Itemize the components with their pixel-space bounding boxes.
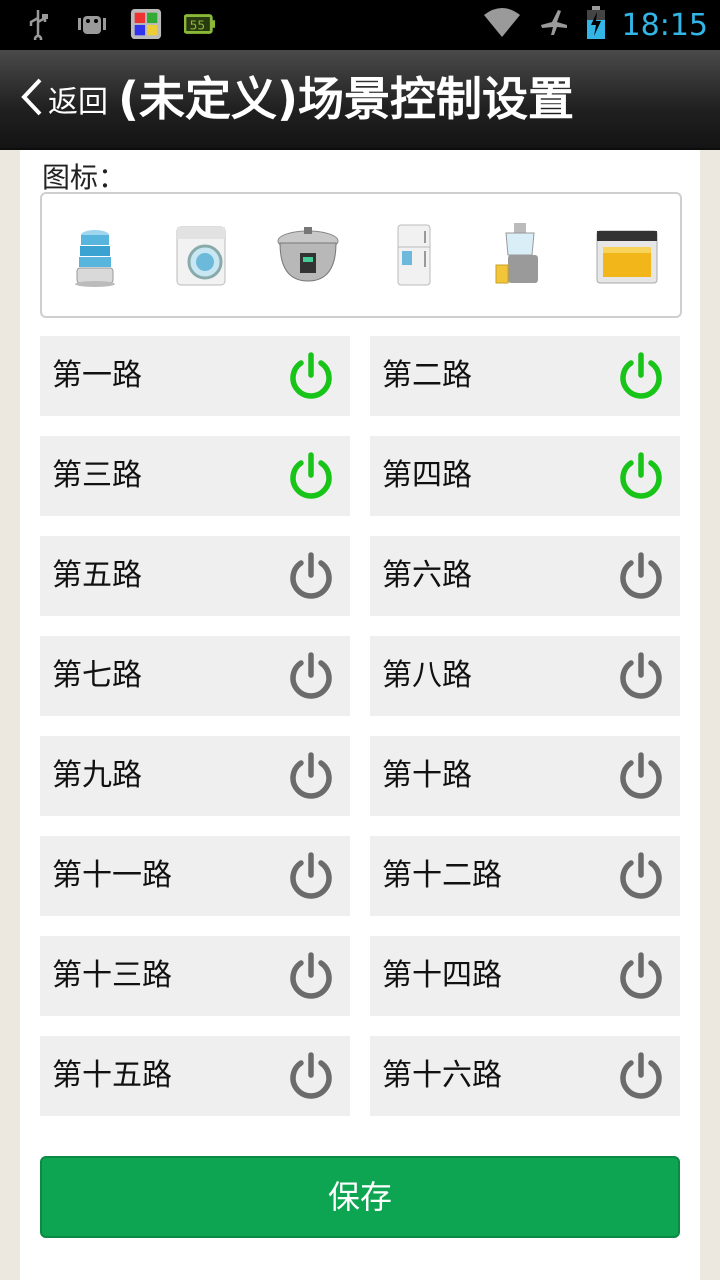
channel-label: 第十二路	[382, 858, 502, 893]
channel-label: 第十五路	[52, 1058, 172, 1093]
power-off-icon[interactable]	[616, 951, 666, 1001]
battery-charging-icon	[586, 6, 606, 44]
power-on-icon[interactable]	[286, 351, 336, 401]
channel-toggle-4[interactable]: 第四路	[370, 436, 680, 516]
channel-toggle-7[interactable]: 第七路	[40, 636, 350, 716]
channel-label: 第五路	[52, 558, 142, 593]
channel-toggle-8[interactable]: 第八路	[370, 636, 680, 716]
power-on-icon[interactable]	[286, 451, 336, 501]
main-content: 图标： 第一路 第二路 第三路 第四路 第五路 第六路 第七路 第八路 第九路 …	[20, 150, 700, 1280]
status-bar: 55 18:15	[0, 0, 720, 50]
channel-toggle-12[interactable]: 第十二路	[370, 836, 680, 916]
channel-toggle-13[interactable]: 第十三路	[40, 936, 350, 1016]
icon-section-label: 图标：	[42, 161, 127, 194]
channel-toggle-11[interactable]: 第十一路	[40, 836, 350, 916]
channel-toggle-9[interactable]: 第九路	[40, 736, 350, 816]
channel-toggle-10[interactable]: 第十路	[370, 736, 680, 816]
juicer-icon[interactable]	[484, 219, 556, 291]
power-off-icon[interactable]	[616, 1051, 666, 1101]
channel-toggle-2[interactable]: 第二路	[370, 336, 680, 416]
battery-app-icon: 55	[184, 8, 216, 40]
android-debug-icon	[76, 8, 108, 40]
power-off-icon[interactable]	[286, 651, 336, 701]
channel-label: 第二路	[382, 358, 472, 393]
clock: 18:15	[621, 7, 708, 43]
power-off-icon[interactable]	[616, 651, 666, 701]
power-off-icon[interactable]	[286, 1051, 336, 1101]
channel-toggle-15[interactable]: 第十五路	[40, 1036, 350, 1116]
power-off-icon[interactable]	[616, 851, 666, 901]
channel-label: 第十四路	[382, 958, 502, 993]
oven-icon[interactable]	[591, 219, 663, 291]
icon-picker	[40, 192, 682, 318]
channel-toggle-14[interactable]: 第十四路	[370, 936, 680, 1016]
channel-label: 第九路	[52, 758, 142, 793]
page-title: (未定义)场景控制设置	[118, 72, 575, 126]
power-off-icon[interactable]	[286, 851, 336, 901]
channel-toggle-6[interactable]: 第六路	[370, 536, 680, 616]
power-off-icon[interactable]	[286, 751, 336, 801]
back-label: 返回	[48, 85, 108, 120]
power-on-icon[interactable]	[616, 351, 666, 401]
channel-label: 第十路	[382, 758, 472, 793]
power-off-icon[interactable]	[616, 551, 666, 601]
channel-toggle-16[interactable]: 第十六路	[370, 1036, 680, 1116]
channel-label: 第十六路	[382, 1058, 502, 1093]
rice-cooker-icon[interactable]	[272, 219, 344, 291]
channel-label: 第八路	[382, 658, 472, 693]
channel-label: 第四路	[382, 458, 472, 493]
channel-toggle-3[interactable]: 第三路	[40, 436, 350, 516]
back-button[interactable]: 返回	[18, 50, 108, 148]
svg-text:55: 55	[190, 19, 206, 33]
channel-label: 第七路	[52, 658, 142, 693]
usb-icon	[22, 8, 54, 40]
steamer-icon[interactable]	[59, 219, 131, 291]
channel-label: 第六路	[382, 558, 472, 593]
channel-toggle-1[interactable]: 第一路	[40, 336, 350, 416]
power-off-icon[interactable]	[286, 551, 336, 601]
channel-toggle-5[interactable]: 第五路	[40, 536, 350, 616]
channel-label: 第十三路	[52, 958, 172, 993]
channel-label: 第三路	[52, 458, 142, 493]
save-button[interactable]: 保存	[40, 1156, 680, 1238]
power-off-icon[interactable]	[616, 751, 666, 801]
channel-label: 第十一路	[52, 858, 172, 893]
chevron-left-icon	[18, 77, 46, 121]
app-notification-icon	[130, 8, 162, 40]
washing-machine-icon[interactable]	[165, 219, 237, 291]
airplane-mode-icon	[538, 7, 570, 43]
refrigerator-icon[interactable]	[378, 219, 450, 291]
power-on-icon[interactable]	[616, 451, 666, 501]
wifi-icon	[482, 7, 522, 43]
power-off-icon[interactable]	[286, 951, 336, 1001]
action-bar: 返回 (未定义)场景控制设置	[0, 50, 720, 150]
channel-label: 第一路	[52, 358, 142, 393]
